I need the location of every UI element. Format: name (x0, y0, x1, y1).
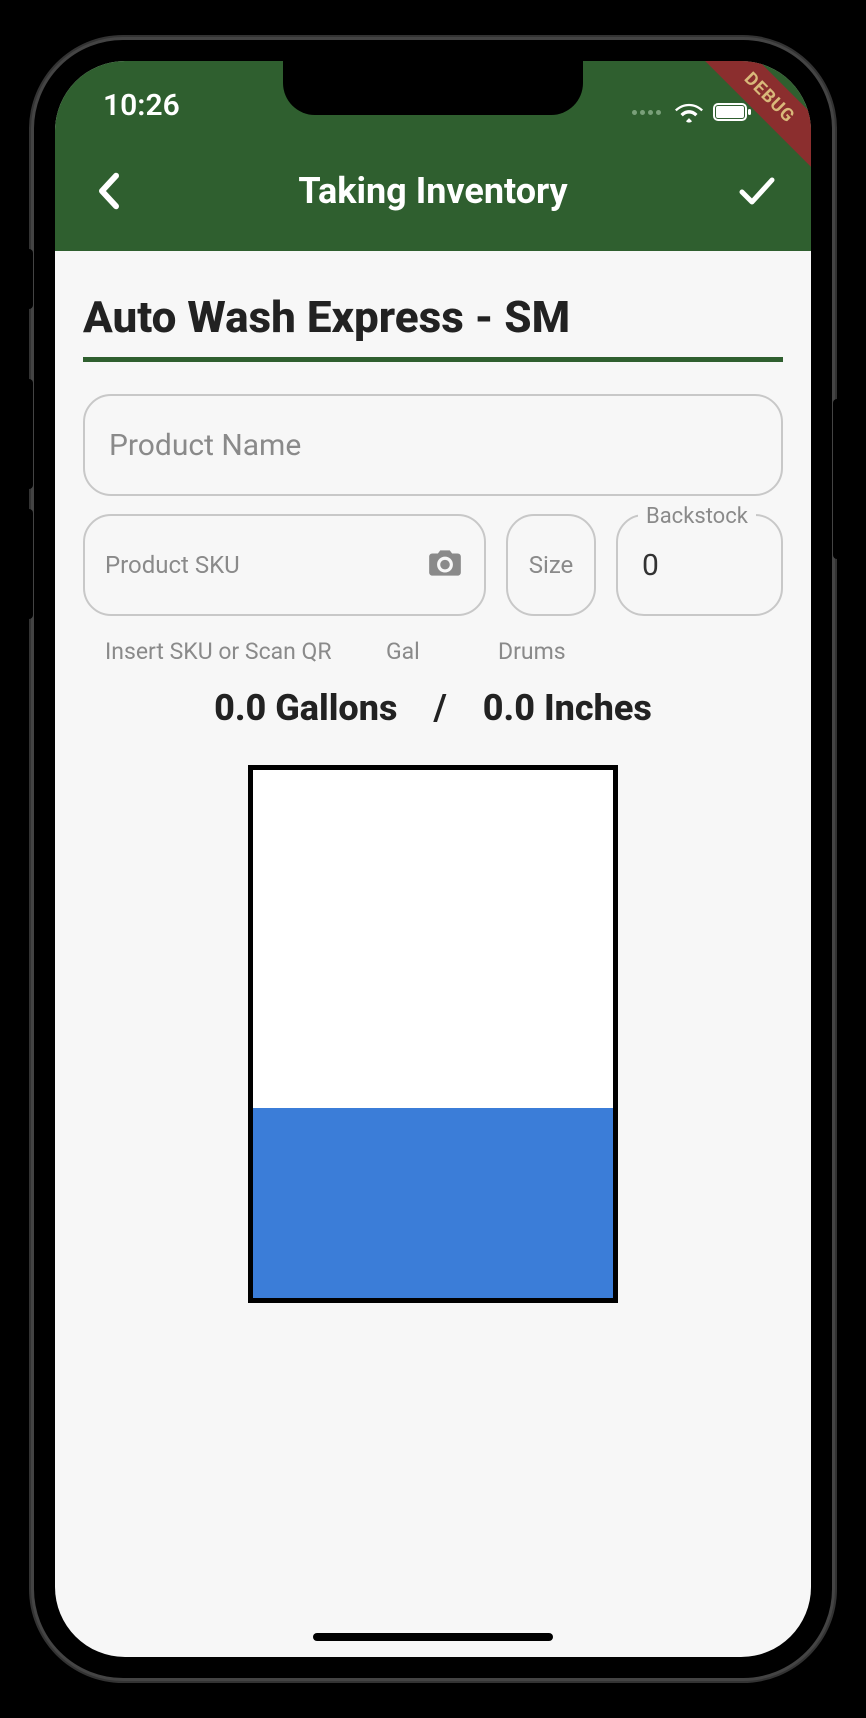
back-button[interactable] (85, 167, 133, 215)
battery-icon (713, 102, 753, 122)
sku-helper-text: Insert SKU or Scan QR (83, 638, 378, 665)
phone-volume-down (25, 509, 33, 619)
chevron-left-icon (95, 171, 123, 211)
readout-separator: / (433, 687, 446, 729)
content: Auto Wash Express - SM Bac (55, 251, 811, 1303)
location-title: Auto Wash Express - SM (83, 291, 783, 362)
home-indicator[interactable] (313, 1633, 553, 1641)
inches-readout: 0.0 Inches (483, 687, 652, 729)
cellular-dots-icon (632, 110, 661, 115)
product-sku-field[interactable] (83, 514, 486, 616)
product-name-field[interactable] (83, 394, 783, 496)
backstock-field[interactable]: Backstock (616, 514, 783, 616)
helper-row: Insert SKU or Scan QR Gal Drums (83, 638, 783, 665)
wifi-icon (675, 101, 703, 123)
product-name-input[interactable] (109, 428, 757, 463)
app-bar: Taking Inventory (55, 131, 811, 251)
check-icon (738, 176, 776, 206)
screen: DEBUG 10:26 Taking Inventory Auto Wash E (55, 61, 811, 1657)
tank-gauge[interactable] (248, 765, 618, 1303)
size-field[interactable] (506, 514, 596, 616)
status-time: 10:26 (103, 88, 180, 123)
phone-frame: DEBUG 10:26 Taking Inventory Auto Wash E (33, 39, 833, 1679)
size-helper-text: Gal (378, 638, 488, 665)
page-title: Taking Inventory (298, 170, 567, 212)
phone-volume-up (25, 379, 33, 489)
tank-gauge-wrap (83, 765, 783, 1303)
phone-mute-switch (25, 249, 33, 309)
phone-notch (283, 61, 583, 115)
camera-icon[interactable] (426, 547, 464, 583)
backstock-label: Backstock (638, 504, 756, 529)
tank-fill-level (253, 1108, 613, 1298)
size-input[interactable] (508, 551, 594, 579)
input-row: Backstock (83, 514, 783, 616)
phone-power-button (833, 399, 841, 559)
confirm-button[interactable] (733, 167, 781, 215)
backstock-input[interactable] (642, 548, 757, 583)
level-readout: 0.0 Gallons / 0.0 Inches (83, 687, 783, 729)
backstock-helper-text: Drums (488, 638, 783, 665)
product-sku-input[interactable] (105, 551, 416, 579)
gallons-readout: 0.0 Gallons (214, 687, 397, 729)
